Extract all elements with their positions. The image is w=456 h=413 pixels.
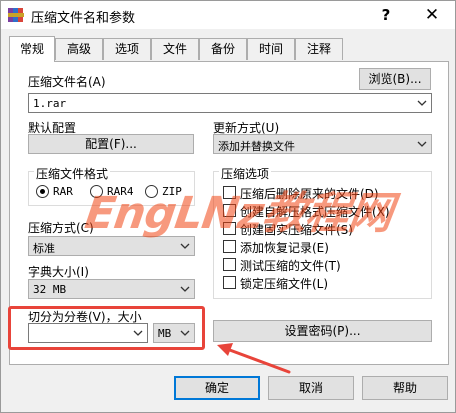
chevron-down-icon[interactable] — [176, 280, 194, 298]
annotation-highlight-box — [8, 306, 205, 350]
tab-files[interactable]: 文件 — [151, 38, 199, 60]
help-button[interactable]: 帮助 — [362, 376, 448, 400]
test-files-checkbox[interactable] — [223, 258, 236, 271]
dictionary-size-combo[interactable]: 32 MB — [28, 279, 195, 299]
tab-backup[interactable]: 备份 — [199, 38, 247, 60]
recovery-record-label: 添加恢复记录(E) — [240, 241, 329, 255]
tab-time[interactable]: 时间 — [247, 38, 295, 60]
update-mode-value: 添加并替换文件 — [218, 140, 295, 153]
browse-button[interactable]: 浏览(B)... — [359, 68, 431, 90]
close-button[interactable]: ✕ — [409, 1, 455, 29]
lock-archive-label: 锁定压缩文件(L) — [240, 277, 329, 291]
chevron-down-icon[interactable] — [413, 94, 431, 112]
update-mode-combo[interactable]: 添加并替换文件 — [213, 134, 432, 154]
title-bar: 压缩文件名和参数 ? ✕ — [1, 1, 455, 29]
profiles-button[interactable]: 配置(F)... — [28, 134, 194, 154]
set-password-button[interactable]: 设置密码(P)... — [213, 320, 432, 342]
archive-name-combo[interactable]: 1.rar — [28, 93, 432, 113]
test-files-label: 测试压缩的文件(T) — [240, 259, 341, 273]
dictionary-size-label: 字典大小(I) — [28, 265, 89, 279]
tab-options[interactable]: 选项 — [103, 38, 151, 60]
lock-archive-checkbox[interactable] — [223, 276, 236, 289]
format-rar-radio[interactable] — [36, 185, 49, 198]
site-watermark: EngLNz教程网 — [81, 188, 396, 239]
recovery-record-checkbox[interactable] — [223, 240, 236, 253]
tab-strip: 常规 高级 选项 文件 备份 时间 注释 — [9, 36, 449, 62]
dictionary-size-value: 32 MB — [33, 283, 67, 296]
help-title-button[interactable]: ? — [363, 1, 409, 29]
winrar-app-icon — [7, 6, 25, 24]
compression-method-value: 标准 — [33, 242, 55, 255]
archive-name-value: 1.rar — [33, 97, 67, 110]
compression-dialog: 压缩文件名和参数 ? ✕ 常规 高级 选项 文件 备份 时间 注释 压缩文件名(… — [0, 0, 456, 413]
tab-comment[interactable]: 注释 — [295, 38, 343, 60]
format-rar-label: RAR — [53, 185, 73, 198]
annotation-arrow-icon — [217, 343, 291, 374]
tab-advanced[interactable]: 高级 — [55, 38, 103, 60]
cancel-button[interactable]: 取消 — [268, 376, 354, 400]
tab-general[interactable]: 常规 — [9, 36, 55, 62]
chevron-down-icon[interactable] — [413, 135, 431, 153]
archive-name-label: 压缩文件名(A) — [28, 75, 106, 89]
ok-button[interactable]: 确定 — [174, 376, 260, 400]
window-title: 压缩文件名和参数 — [31, 11, 136, 26]
